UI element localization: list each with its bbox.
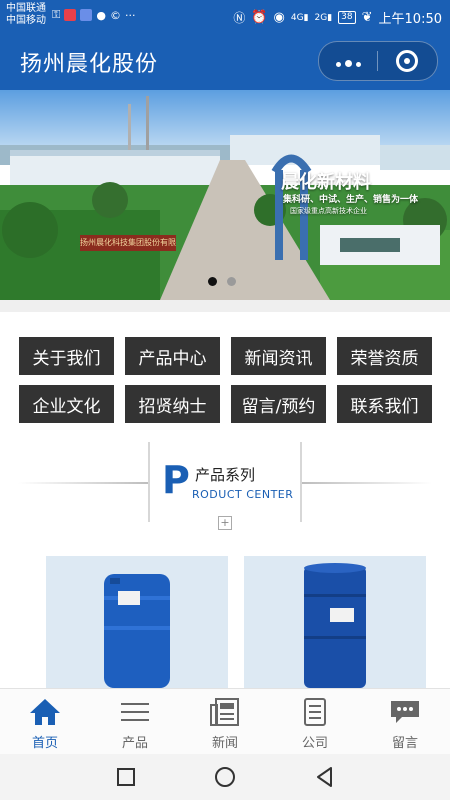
tab-label: 产品 (121, 736, 148, 751)
header-rule-right (302, 482, 432, 484)
more-button[interactable] (319, 42, 377, 80)
menu-message-booking[interactable]: 留言/预约 (231, 385, 326, 423)
company-sign: 扬州晨化科技集团股份有限公司 (80, 235, 176, 251)
menu-news[interactable]: 新闻资讯 (231, 337, 326, 375)
section-title: 产品系列 (195, 466, 256, 484)
back-triangle-icon[interactable] (312, 764, 338, 790)
newspaper-icon (210, 698, 239, 726)
section-divider (0, 300, 450, 312)
menu-lines-icon (121, 703, 149, 721)
carrier-2: 中国移动 (6, 15, 46, 26)
nfc-icon: Ⓝ (233, 11, 246, 25)
app-notification-icon (80, 9, 93, 21)
menu-about-us[interactable]: 关于我们 (19, 337, 114, 375)
menu-honors[interactable]: 荣誉资质 (337, 337, 432, 375)
menu-careers[interactable]: 招贤纳士 (125, 385, 220, 423)
banner-subline: 集科研、中试、生产、销售为一体 (283, 195, 419, 205)
product-card[interactable] (244, 556, 426, 688)
system-indicators: Ⓝ ⏰ ◉ 4G▮ 2G▮ 38 ❦ 上午10:50 (233, 8, 442, 27)
tab-company[interactable]: 公司 (270, 689, 360, 755)
tab-home[interactable]: 首页 (0, 689, 90, 755)
key-icon: ⚿ (52, 8, 61, 21)
more-dots-icon (334, 52, 363, 71)
target-close-icon (396, 50, 418, 72)
home-icon (30, 699, 60, 725)
home-circle-icon[interactable] (212, 764, 238, 790)
more-notifications: ··· (124, 8, 136, 22)
title-bar: 扬州晨化股份 (0, 32, 450, 90)
blue-steel-drum-image (304, 563, 366, 688)
carousel-dot-2[interactable] (227, 277, 236, 286)
banner-headline: 晨化新材料 (281, 172, 371, 193)
section-subtitle: RODUCT CENTER (192, 488, 294, 501)
tab-label: 新闻 (211, 736, 238, 751)
product-card[interactable] (46, 556, 228, 688)
carrier-names: 中国联通 中国移动 (6, 3, 46, 27)
system-navigation-bar (0, 754, 450, 800)
notification-icons: ⚿ ● © ··· (52, 8, 135, 22)
chat-bubble-icon (391, 701, 419, 723)
section-initial: P (162, 458, 190, 502)
header-rule-left (18, 482, 148, 484)
carrier-1: 中国联通 (6, 3, 46, 14)
leaf-icon: ❦ (361, 10, 373, 25)
alarm-icon: ⏰ (251, 10, 268, 25)
signal-2g-icon: 2G▮ (314, 12, 333, 23)
message-icon: ● (96, 8, 106, 22)
carousel-indicator (208, 277, 236, 286)
signal-4g-icon: 4G▮ (290, 12, 309, 23)
bottom-tab-bar: 首页 产品 新闻 公司 留言 (0, 688, 450, 755)
tab-label: 公司 (301, 736, 328, 751)
expand-plus-icon[interactable]: + (218, 516, 232, 530)
menu-product-center[interactable]: 产品中心 (125, 337, 220, 375)
tab-label: 首页 (31, 736, 58, 751)
header-bar-left (148, 442, 150, 522)
page-title: 扬州晨化股份 (20, 52, 159, 77)
status-bar: 中国联通 中国移动 ⚿ ● © ··· Ⓝ ⏰ ◉ 4G▮ 2G▮ 38 ❦ 上… (0, 0, 450, 32)
tab-message[interactable]: 留言 (360, 689, 450, 755)
recent-apps-icon[interactable] (113, 764, 139, 790)
menu-contact-us[interactable]: 联系我们 (337, 385, 432, 423)
eye-icon: ◉ (273, 10, 285, 25)
document-icon (304, 698, 326, 726)
menu-culture[interactable]: 企业文化 (19, 385, 114, 423)
close-miniprogram-button[interactable] (378, 42, 436, 80)
carousel-dot-1[interactable] (208, 277, 217, 286)
blue-plastic-drum-image (104, 574, 170, 688)
tab-label: 留言 (391, 736, 418, 751)
product-section-header: P 产品系列 RODUCT CENTER + (0, 430, 450, 550)
tab-products[interactable]: 产品 (90, 689, 180, 755)
copyright-icon: © (109, 8, 121, 22)
tab-news[interactable]: 新闻 (180, 689, 270, 755)
banner-carousel[interactable]: 扬州晨化科技集团股份有限公司 晨化新材料 集科研、中试、生产、销售为一体 国家级… (0, 90, 450, 300)
battery-icon: 38 (338, 11, 356, 24)
miniprogram-capsule (318, 41, 438, 81)
clock: 上午10:50 (378, 12, 442, 27)
banner-subline-2: 国家级重点高新技术企业 (290, 207, 367, 215)
app-notification-icon (64, 9, 77, 21)
